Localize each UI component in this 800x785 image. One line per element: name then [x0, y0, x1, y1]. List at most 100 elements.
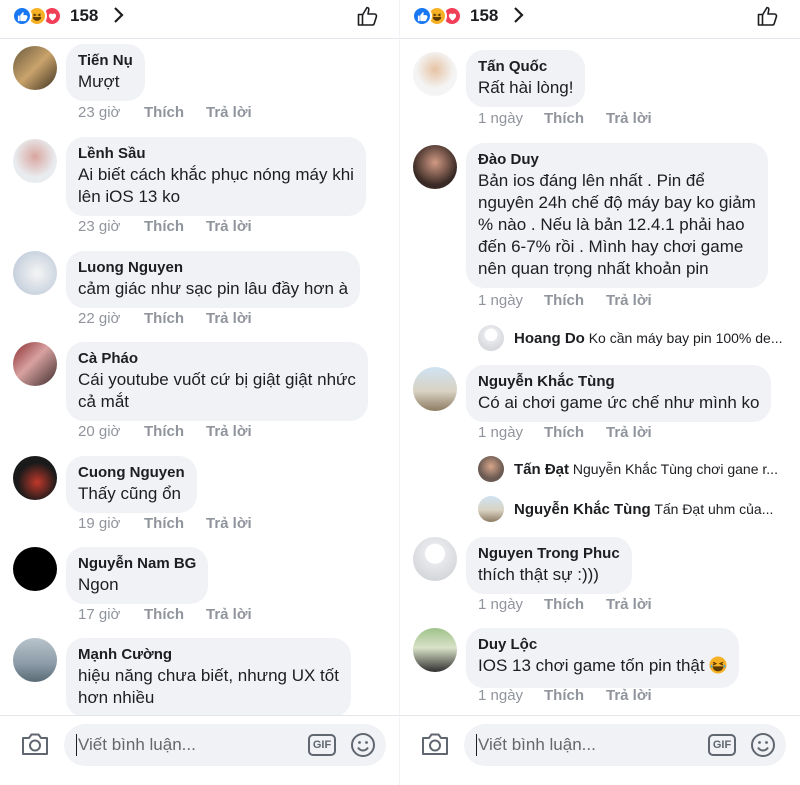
comment-input[interactable]: Viết bình luận... GIF	[464, 724, 786, 766]
reply-link[interactable]: Trả lời	[206, 606, 252, 623]
avatar[interactable]	[13, 139, 57, 183]
avatar[interactable]	[13, 342, 57, 386]
text-cursor	[476, 734, 477, 756]
reply-link[interactable]: Trả lời	[206, 218, 252, 235]
comment-actions: 23 giờ Thích Trả lời	[78, 218, 252, 235]
commenter-name[interactable]: Nguyễn Khắc Tùng	[478, 372, 759, 392]
like-link[interactable]: Thích	[544, 424, 606, 441]
avatar[interactable]	[413, 145, 457, 189]
avatar[interactable]	[13, 456, 57, 500]
comment-bubble[interactable]: Nguyen Trong Phuc thích thật sự :)))	[466, 537, 632, 594]
reply-link[interactable]: Trả lời	[206, 515, 252, 532]
reaction-count[interactable]: 158	[70, 6, 98, 26]
comment-bubble[interactable]: Đào Duy Bản ios đáng lên nhất . Pin để n…	[466, 143, 768, 288]
reply-link[interactable]: Trả lời	[606, 424, 652, 441]
comment-bubble[interactable]: Lềnh Sầu Ai biết cách khắc phục nóng máy…	[66, 137, 366, 216]
comment-bubble[interactable]: Nguyễn Nam BG Ngon	[66, 547, 209, 604]
comment-time: 17 giờ	[78, 606, 121, 623]
like-link[interactable]: Thích	[144, 104, 206, 121]
comment-text: thích thật sự :)))	[478, 565, 599, 584]
commenter-name[interactable]: Cà Pháo	[78, 349, 356, 369]
comment-bubble[interactable]: Cà Pháo Cái youtube vuốt cứ bị giật giật…	[66, 342, 368, 421]
commenter-name[interactable]: Nguyễn Nam BG	[78, 554, 196, 574]
comment-input[interactable]: Viết bình luận... GIF	[64, 724, 386, 766]
avatar	[478, 496, 504, 522]
like-link[interactable]: Thích	[544, 110, 606, 127]
commenter-name[interactable]: Mạnh Cường	[78, 645, 339, 665]
emoji-icon[interactable]	[750, 732, 776, 758]
comment-bubble[interactable]: Cuong Nguyen Thấy cũng ổn	[66, 456, 197, 513]
avatar[interactable]	[413, 537, 457, 581]
chevron-right-icon[interactable]	[112, 5, 126, 25]
gif-button[interactable]: GIF	[708, 734, 736, 756]
reply-preview[interactable]: Nguyễn Khắc Tùng Tấn Đạt uhm của...	[478, 496, 788, 524]
avatar	[478, 456, 504, 482]
reply-link[interactable]: Trả lời	[606, 687, 652, 704]
avatar[interactable]	[13, 638, 57, 682]
commenter-name[interactable]: Tấn Quốc	[478, 57, 573, 77]
avatar[interactable]	[413, 367, 457, 411]
reply-link[interactable]: Trả lời	[606, 596, 652, 613]
commenter-name[interactable]: Duy Lộc	[478, 635, 727, 655]
like-link[interactable]: Thích	[144, 606, 206, 623]
commenter-name[interactable]: Luong Nguyen	[78, 258, 348, 278]
laughing-emoji-icon	[709, 656, 727, 680]
reaction-summary[interactable]	[12, 6, 76, 26]
like-button[interactable]	[356, 4, 380, 28]
like-link[interactable]: Thích	[144, 310, 206, 327]
comment-text: Mượt	[78, 72, 120, 91]
comment-bubble[interactable]: Mạnh Cường hiệu năng chưa biết, nhưng UX…	[66, 638, 351, 717]
reply-author[interactable]: Tấn Đạt	[514, 461, 569, 478]
reaction-summary[interactable]	[412, 6, 476, 26]
commenter-name[interactable]: Đào Duy	[478, 150, 756, 170]
reply-preview[interactable]: Tấn Đạt Nguyễn Khắc Tùng chơi gane r...	[478, 456, 788, 484]
comment-text: Ngon	[78, 575, 119, 594]
header-divider	[400, 38, 800, 39]
like-link[interactable]: Thích	[544, 596, 606, 613]
comment-text: Bản ios đáng lên nhất . Pin để nguyên 24…	[478, 171, 756, 278]
avatar[interactable]	[413, 52, 457, 96]
header-divider	[0, 38, 400, 39]
comment-time: 22 giờ	[78, 310, 121, 327]
emoji-icon[interactable]	[350, 732, 376, 758]
reaction-count[interactable]: 158	[470, 6, 498, 26]
comment-bubble[interactable]: Nguyễn Khắc Tùng Có ai chơi game ức chế …	[466, 365, 772, 422]
reply-preview-text: Hoang Do Ko cần máy bay pin 100% de...	[514, 329, 790, 348]
avatar[interactable]	[413, 628, 457, 672]
avatar[interactable]	[13, 251, 57, 295]
reply-author[interactable]: Hoang Do	[514, 330, 585, 347]
commenter-name[interactable]: Nguyen Trong Phuc	[478, 544, 620, 564]
like-link[interactable]: Thích	[144, 423, 206, 440]
reply-link[interactable]: Trả lời	[206, 423, 252, 440]
comment-time: 1 ngày	[478, 424, 524, 441]
like-link[interactable]: Thích	[544, 687, 606, 704]
avatar[interactable]	[13, 46, 57, 90]
commenter-name[interactable]: Cuong Nguyen	[78, 463, 185, 483]
comment-bubble[interactable]: Tiến Nụ Mượt	[66, 44, 145, 101]
comment-time: 1 ngày	[478, 292, 524, 309]
commenter-name[interactable]: Tiến Nụ	[78, 51, 133, 71]
avatar[interactable]	[13, 547, 57, 591]
reply-author[interactable]: Nguyễn Khắc Tùng	[514, 501, 651, 518]
like-link[interactable]: Thích	[144, 218, 206, 235]
comment-bubble[interactable]: Duy Lộc IOS 13 chơi game tốn pin thật	[466, 628, 740, 688]
reply-link[interactable]: Trả lời	[606, 292, 652, 309]
commenter-name[interactable]: Lềnh Sầu	[78, 144, 354, 164]
reply-preview-text: Nguyễn Khắc Tùng Tấn Đạt uhm của...	[514, 500, 790, 519]
comment-actions: 20 giờ Thích Trả lời	[78, 423, 252, 440]
reply-preview[interactable]: Hoang Do Ko cần máy bay pin 100% de...	[478, 325, 788, 353]
chevron-right-icon[interactable]	[512, 5, 526, 25]
like-button[interactable]	[756, 4, 780, 28]
comment-bubble[interactable]: Tấn Quốc Rất hài lòng!	[466, 50, 586, 107]
like-link[interactable]: Thích	[144, 515, 206, 532]
reply-link[interactable]: Trả lời	[206, 104, 252, 121]
reply-link[interactable]: Trả lời	[606, 110, 652, 127]
comment-composer: Viết bình luận... GIF	[0, 715, 400, 785]
gif-button[interactable]: GIF	[308, 734, 336, 756]
reply-link[interactable]: Trả lời	[206, 310, 252, 327]
camera-icon[interactable]	[420, 730, 450, 758]
camera-icon[interactable]	[20, 730, 50, 758]
comment-bubble[interactable]: Luong Nguyen cảm giác như sạc pin lâu đầ…	[66, 251, 361, 308]
comment-time: 23 giờ	[78, 218, 121, 235]
like-link[interactable]: Thích	[544, 292, 606, 309]
